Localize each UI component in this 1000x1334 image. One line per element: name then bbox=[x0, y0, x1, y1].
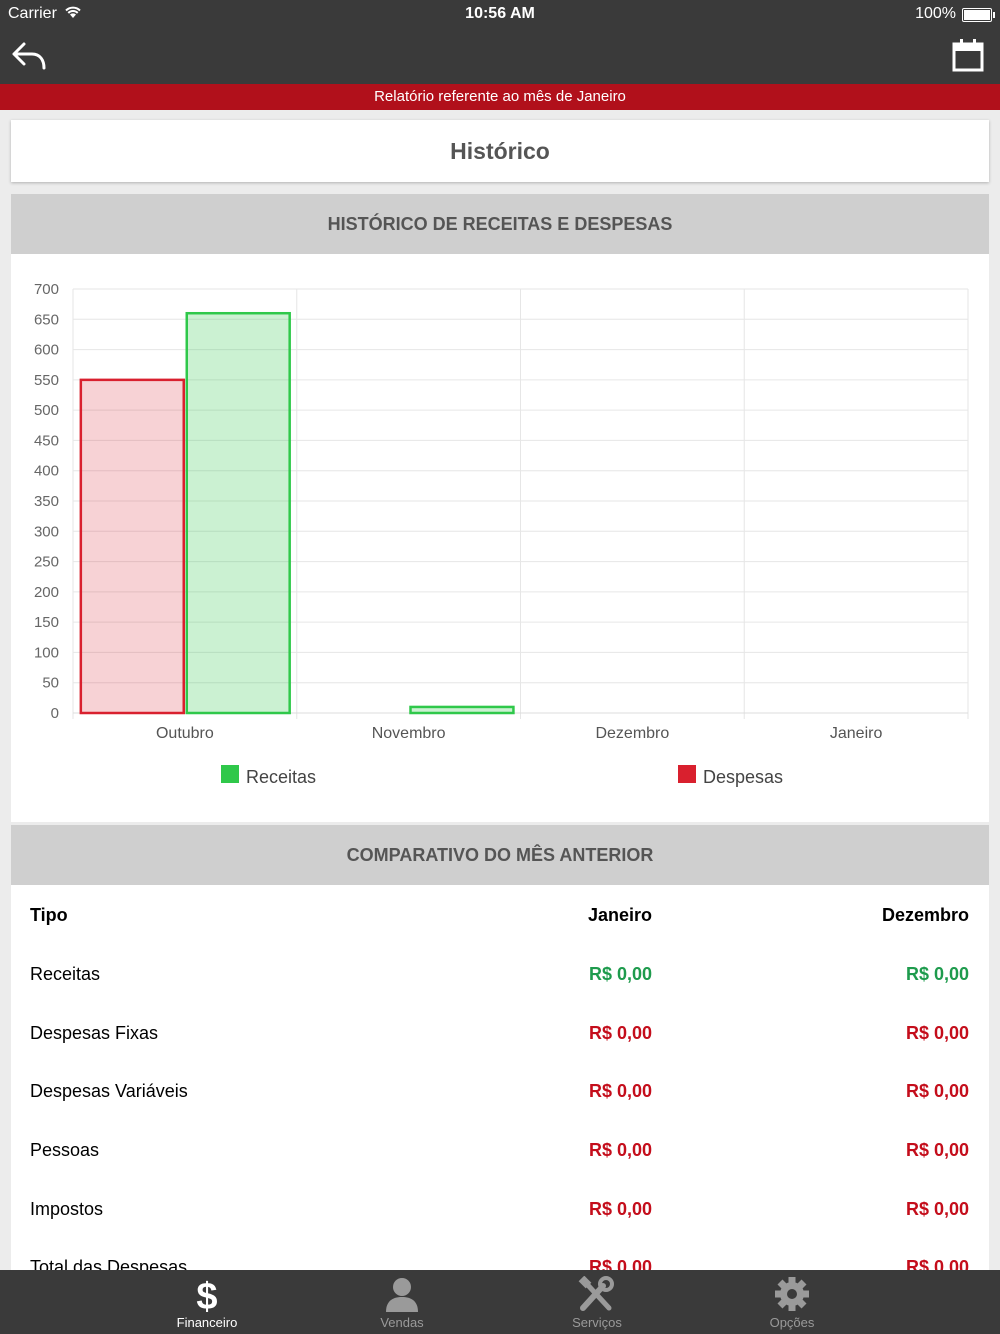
column-header-janeiro: Janeiro bbox=[587, 905, 652, 925]
tab-label: Financeiro bbox=[176, 1315, 238, 1330]
person-icon bbox=[382, 1276, 422, 1312]
y-tick-label: 650 bbox=[34, 311, 59, 328]
tab-label: Serviços bbox=[572, 1315, 622, 1330]
x-tick-label: Dezembro bbox=[595, 725, 669, 742]
calendar-icon[interactable] bbox=[952, 38, 984, 72]
table-row: Pessoas R$ 0,00 R$ 0,00 bbox=[11, 1122, 989, 1180]
legend-label: Despesas bbox=[703, 767, 783, 787]
gear-icon bbox=[772, 1276, 812, 1312]
x-tick-label: Novembro bbox=[372, 725, 446, 742]
history-chart-section: HISTÓRICO DE RECEITAS E DESPESAS 0 50 100 1… bbox=[11, 194, 989, 822]
row-value-janeiro: R$ 0,00 bbox=[588, 1023, 652, 1043]
table-row: Impostos R$ 0,00 R$ 0,00 bbox=[11, 1181, 989, 1239]
legend-label: Receitas bbox=[246, 767, 316, 787]
row-type: Despesas Fixas bbox=[30, 1023, 159, 1043]
nav-bar bbox=[0, 28, 1000, 84]
y-tick-label: 600 bbox=[34, 342, 59, 359]
dollar-icon: $ bbox=[187, 1276, 227, 1318]
table-row: Despesas Fixas R$ 0,00 R$ 0,00 bbox=[11, 1005, 989, 1063]
row-value-janeiro: R$ 0,00 bbox=[588, 1081, 652, 1101]
row-value-dezembro: R$ 0,00 bbox=[905, 1140, 969, 1160]
bar bbox=[185, 311, 291, 715]
column-header-dezembro: Dezembro bbox=[881, 905, 969, 925]
tools-icon bbox=[577, 1275, 617, 1312]
tab-vendas[interactable]: Vendas bbox=[342, 1270, 462, 1334]
tab-financeiro[interactable]: $ Financeiro bbox=[147, 1270, 267, 1334]
legend-swatch bbox=[678, 765, 696, 783]
legend-swatch bbox=[221, 765, 239, 783]
tab-label: Opções bbox=[769, 1315, 815, 1330]
row-type: Pessoas bbox=[30, 1140, 100, 1160]
y-tick-label: 250 bbox=[34, 554, 59, 571]
row-value-dezembro: R$ 0,00 bbox=[905, 1023, 969, 1043]
tab-servicos[interactable]: Serviços bbox=[537, 1270, 657, 1334]
row-type: Impostos bbox=[30, 1199, 104, 1219]
y-tick-label: 500 bbox=[34, 402, 59, 419]
x-tick-label: Janeiro bbox=[830, 725, 883, 742]
bar bbox=[79, 378, 186, 715]
battery-icon bbox=[962, 8, 995, 22]
y-tick-label: 450 bbox=[34, 432, 59, 449]
table-row: Despesas Variáveis R$ 0,00 R$ 0,00 bbox=[11, 1063, 989, 1121]
row-value-janeiro: R$ 0,00 bbox=[588, 1199, 652, 1219]
row-type: Despesas Variáveis bbox=[30, 1081, 188, 1101]
y-tick-label: 300 bbox=[34, 523, 59, 540]
tab-opcoes[interactable]: Opções bbox=[732, 1270, 852, 1334]
column-header-tipo: Tipo bbox=[30, 905, 68, 925]
report-banner: Relatório referente ao mês de Janeiro bbox=[0, 84, 1000, 110]
row-value-dezembro: R$ 0,00 bbox=[905, 1081, 969, 1101]
y-tick-label: 50 bbox=[42, 675, 59, 692]
y-tick-label: 0 bbox=[51, 705, 59, 722]
row-type: Receitas bbox=[30, 964, 101, 984]
history-bar-chart: 0 50 100 150 200 250 300 350 400 450 500 550 600 650 7… bbox=[34, 281, 969, 787]
tab-label: Vendas bbox=[380, 1315, 424, 1330]
row-value-dezembro: R$ 0,00 bbox=[905, 964, 969, 984]
y-tick-label: 700 bbox=[34, 281, 59, 298]
y-tick-label: 350 bbox=[34, 493, 59, 510]
y-tick-label: 400 bbox=[34, 463, 59, 480]
row-value-janeiro: R$ 0,00 bbox=[588, 1140, 652, 1160]
comparison-section: COMPARATIVO DO MÊS ANTERIOR Tipo Janeiro… bbox=[11, 825, 989, 1285]
page-title: Histórico bbox=[11, 120, 989, 182]
back-arrow-icon[interactable] bbox=[10, 36, 50, 76]
y-tick-label: 200 bbox=[34, 584, 59, 601]
svg-text:$: $ bbox=[196, 1276, 217, 1312]
row-value-dezembro: R$ 0,00 bbox=[905, 1199, 969, 1219]
y-tick-label: 550 bbox=[34, 372, 59, 389]
status-bar: Carrier 10:56 AM 100% bbox=[0, 0, 1000, 28]
history-section-header: HISTÓRICO DE RECEITAS E DESPESAS bbox=[11, 194, 989, 254]
tab-bar: $ Financeiro Vendas Serviços Opções bbox=[0, 1270, 1000, 1334]
row-value-janeiro: R$ 0,00 bbox=[588, 964, 652, 984]
comparison-table-header: Tipo Janeiro Dezembro bbox=[11, 887, 989, 945]
bar bbox=[409, 705, 515, 715]
y-tick-label: 150 bbox=[34, 614, 59, 631]
battery-percent: 100% bbox=[915, 5, 956, 22]
y-tick-label: 100 bbox=[34, 644, 59, 661]
x-tick-label: Outubro bbox=[156, 725, 214, 742]
table-row: Receitas R$ 0,00 R$ 0,00 bbox=[11, 946, 989, 1004]
clock: 10:56 AM bbox=[465, 5, 535, 22]
comparison-section-header: COMPARATIVO DO MÊS ANTERIOR bbox=[11, 825, 989, 885]
